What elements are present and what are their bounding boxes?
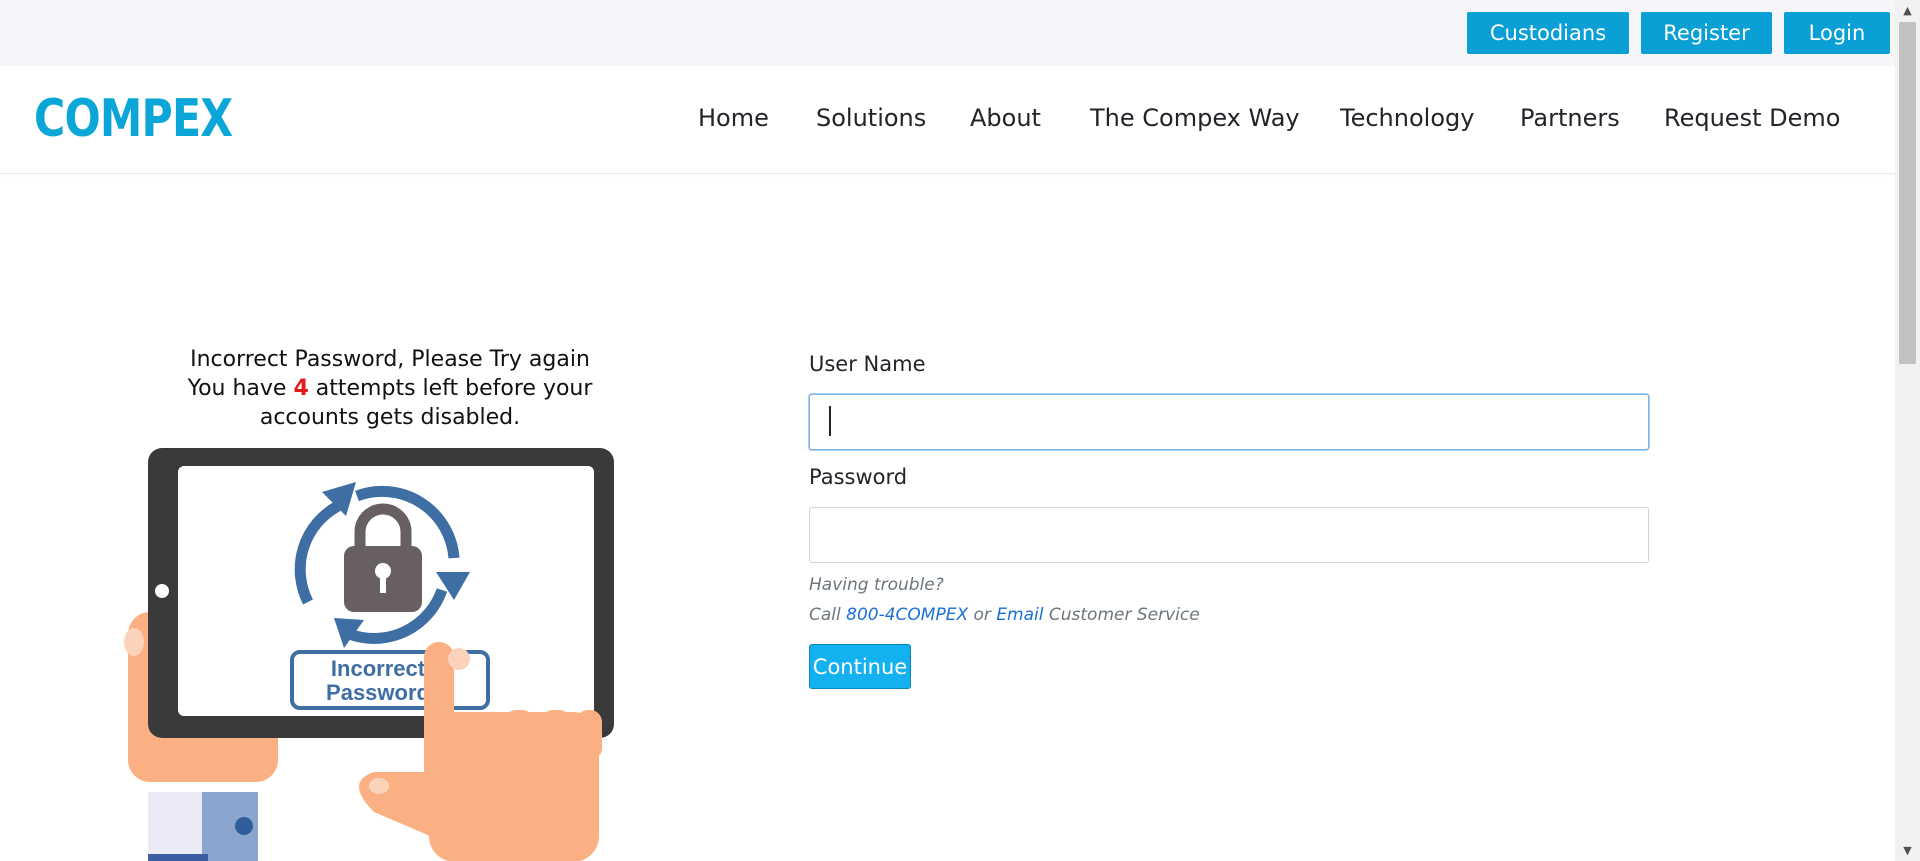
password-label: Password <box>809 465 908 489</box>
nav-solutions[interactable]: Solutions <box>816 104 926 132</box>
or-text: or <box>973 605 991 625</box>
vertical-scrollbar[interactable]: ▲ ▼ <box>1895 0 1920 861</box>
message-line-2: You have 4 attempts left before your <box>150 374 630 403</box>
scroll-up-icon[interactable]: ▲ <box>1895 2 1920 19</box>
tablet-locked-padlock-icon: Incorrect Password <box>124 442 644 861</box>
main-navbar: COMPEX Home Solutions About The Compex W… <box>0 66 1895 174</box>
login-button[interactable]: Login <box>1784 12 1890 54</box>
message-prefix: You have <box>187 376 287 401</box>
nav-compex-way[interactable]: The Compex Way <box>1090 104 1300 132</box>
top-utility-bar: Custodians Register Login <box>0 0 1895 66</box>
username-label: User Name <box>809 352 926 376</box>
nav-request-demo[interactable]: Request Demo <box>1664 104 1840 132</box>
contact-line: Call 800-4COMPEX or Email Customer Servi… <box>809 605 1200 625</box>
text-cursor <box>829 406 831 436</box>
customer-service-text: Customer Service <box>1048 605 1200 625</box>
message-suffix: attempts left before your <box>315 376 593 401</box>
compex-logo[interactable]: COMPEX <box>34 93 233 145</box>
having-trouble-text: Having trouble? <box>809 575 944 595</box>
badge-line-2: Password <box>326 680 430 705</box>
email-link[interactable]: Email <box>996 605 1043 625</box>
call-prefix: Call <box>809 605 841 625</box>
message-line-3: accounts gets disabled. <box>259 405 521 430</box>
scroll-down-icon[interactable]: ▼ <box>1895 842 1920 859</box>
username-input[interactable] <box>809 394 1649 450</box>
continue-button[interactable]: Continue <box>809 644 911 689</box>
nav-technology[interactable]: Technology <box>1340 104 1474 132</box>
scroll-thumb[interactable] <box>1899 22 1916 364</box>
attempts-left-count: 4 <box>293 376 309 401</box>
register-button[interactable]: Register <box>1641 12 1772 54</box>
phone-link[interactable]: 800-4COMPEX <box>846 605 968 625</box>
incorrect-password-message: Incorrect Password, Please Try again You… <box>150 345 630 432</box>
nav-about[interactable]: About <box>970 104 1041 132</box>
message-line-1: Incorrect Password, Please Try again <box>190 347 590 372</box>
password-input[interactable] <box>809 507 1649 563</box>
nav-home[interactable]: Home <box>698 104 769 132</box>
custodians-button[interactable]: Custodians <box>1467 12 1629 54</box>
badge-line-1: Incorrect <box>331 656 426 681</box>
nav-partners[interactable]: Partners <box>1520 104 1620 132</box>
